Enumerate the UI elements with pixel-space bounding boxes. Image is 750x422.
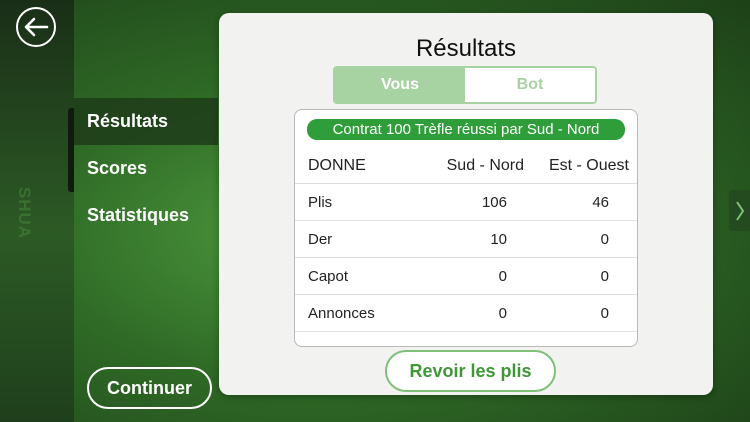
header-est-ouest: Est - Ouest xyxy=(548,157,629,174)
row-label: Annonces xyxy=(308,305,375,322)
sud-nord-value: 106 xyxy=(481,194,507,211)
est-ouest-value: 46 xyxy=(592,194,609,211)
segment-bot[interactable]: Bot xyxy=(465,68,595,102)
est-ouest-value: 0 xyxy=(600,268,609,285)
sidebar-item-statistiques[interactable]: Statistiques xyxy=(74,192,218,239)
table-row: Capot 0 0 xyxy=(295,258,637,295)
sud-nord-value: 0 xyxy=(498,268,507,285)
sidebar-item-resultats[interactable]: Résultats xyxy=(74,98,218,145)
back-button[interactable] xyxy=(16,7,56,47)
sidebar-item-scores[interactable]: Scores xyxy=(74,145,218,192)
sidebar-menu: Résultats Scores Statistiques xyxy=(74,98,218,239)
segment-vous[interactable]: Vous xyxy=(335,68,465,102)
page-title: Résultats xyxy=(415,35,517,62)
row-label: Plis xyxy=(308,194,333,211)
table-header-row: DONNE Sud - Nord Est - Ouest xyxy=(295,147,637,184)
continue-button[interactable]: Continuer xyxy=(87,367,212,409)
arrow-left-icon xyxy=(24,17,49,37)
chevron-right-icon xyxy=(735,200,744,221)
est-ouest-value: 0 xyxy=(600,231,609,248)
est-ouest-value: 0 xyxy=(600,305,609,322)
table-row: Der 10 0 xyxy=(295,221,637,258)
table-row: Plis 106 46 xyxy=(295,184,637,221)
review-tricks-button[interactable]: Revoir les plis xyxy=(385,350,556,392)
sud-nord-value: 10 xyxy=(490,231,507,248)
contract-banner: Contrat 100 Trèfle réussi par Sud - Nord xyxy=(307,119,625,140)
sud-nord-value: 0 xyxy=(498,305,507,322)
header-sud-nord: Sud - Nord xyxy=(446,157,524,174)
player-segmented-control: Vous Bot xyxy=(333,66,597,104)
side-vertical-label-text: SHUA xyxy=(15,186,35,240)
next-panel-handle[interactable] xyxy=(729,190,750,231)
row-label: Der xyxy=(308,231,333,248)
row-label: Capot xyxy=(308,268,349,285)
table-row: Annonces 0 0 xyxy=(295,295,637,332)
header-donne: DONNE xyxy=(308,157,366,174)
results-panel: Résultats Vous Bot Contrat 100 Trèfle ré… xyxy=(219,13,713,395)
side-vertical-label: SHUA xyxy=(4,178,44,248)
results-table[interactable]: Contrat 100 Trèfle réussi par Sud - Nord… xyxy=(294,109,638,347)
